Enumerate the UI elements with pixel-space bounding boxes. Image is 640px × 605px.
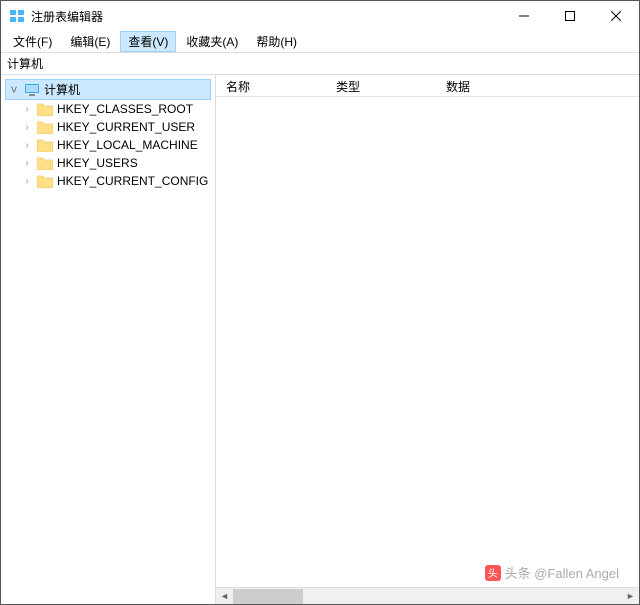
menu-help[interactable]: 帮助(H) xyxy=(248,31,305,52)
menu-view[interactable]: 查看(V) xyxy=(120,31,176,52)
content-area: ˅ 计算机 › HKEY_CLASSES_ROOT › HKEY_CURRENT… xyxy=(1,75,639,604)
tree-item-label: HKEY_CLASSES_ROOT xyxy=(57,102,193,116)
minimize-button[interactable] xyxy=(501,1,547,31)
expand-icon[interactable]: › xyxy=(21,158,33,169)
collapse-icon[interactable]: ˅ xyxy=(8,83,20,97)
window-controls xyxy=(501,1,639,31)
folder-icon xyxy=(37,138,53,152)
tree-item-label: HKEY_CURRENT_USER xyxy=(57,120,195,134)
scroll-thumb[interactable] xyxy=(233,589,303,604)
tree-item-label: HKEY_USERS xyxy=(57,156,138,170)
expand-icon[interactable]: › xyxy=(21,176,33,187)
list-header: 名称 类型 数据 xyxy=(216,75,639,97)
list-body[interactable] xyxy=(216,97,639,587)
watermark-text: 头条 @Fallen Angel xyxy=(505,563,619,582)
scroll-left-icon[interactable]: ◄ xyxy=(216,588,233,605)
computer-icon xyxy=(24,84,40,96)
window-title: 注册表编辑器 xyxy=(31,8,501,25)
expand-icon[interactable]: › xyxy=(21,104,33,115)
app-icon xyxy=(9,8,25,24)
tree-item-hkcu[interactable]: › HKEY_CURRENT_USER xyxy=(3,118,213,136)
expand-icon[interactable]: › xyxy=(21,140,33,151)
tree-pane[interactable]: ˅ 计算机 › HKEY_CLASSES_ROOT › HKEY_CURRENT… xyxy=(1,75,216,604)
menu-file[interactable]: 文件(F) xyxy=(5,31,60,52)
menu-edit[interactable]: 编辑(E) xyxy=(62,31,118,52)
scroll-right-icon[interactable]: ► xyxy=(622,588,639,605)
folder-icon xyxy=(37,120,53,134)
menubar: 文件(F) 编辑(E) 查看(V) 收藏夹(A) 帮助(H) xyxy=(1,31,639,53)
titlebar[interactable]: 注册表编辑器 xyxy=(1,1,639,31)
registry-editor-window: 注册表编辑器 文件(F) 编辑(E) 查看(V) 收藏夹(A) 帮助(H) 计算… xyxy=(0,0,640,605)
list-pane: 名称 类型 数据 头 头条 @Fallen Angel ◄ ► xyxy=(216,75,639,604)
tree-item-hku[interactable]: › HKEY_USERS xyxy=(3,154,213,172)
tree-item-hkcr[interactable]: › HKEY_CLASSES_ROOT xyxy=(3,100,213,118)
address-bar[interactable]: 计算机 xyxy=(1,53,639,75)
tree-item-label: HKEY_LOCAL_MACHINE xyxy=(57,138,198,152)
expand-icon[interactable]: › xyxy=(21,122,33,133)
watermark-icon: 头 xyxy=(485,565,501,581)
tree-item-hkcc[interactable]: › HKEY_CURRENT_CONFIG xyxy=(3,172,213,190)
folder-icon xyxy=(37,102,53,116)
tree-root-computer[interactable]: ˅ 计算机 xyxy=(5,79,211,100)
menu-favorites[interactable]: 收藏夹(A) xyxy=(178,31,246,52)
close-button[interactable] xyxy=(593,1,639,31)
tree-root-label: 计算机 xyxy=(44,81,80,98)
address-text: 计算机 xyxy=(7,55,43,72)
column-data[interactable]: 数据 xyxy=(436,75,639,96)
column-name[interactable]: 名称 xyxy=(216,75,326,96)
watermark: 头 头条 @Fallen Angel xyxy=(485,563,619,582)
column-type[interactable]: 类型 xyxy=(326,75,436,96)
tree-item-label: HKEY_CURRENT_CONFIG xyxy=(57,174,208,188)
tree-item-hklm[interactable]: › HKEY_LOCAL_MACHINE xyxy=(3,136,213,154)
horizontal-scrollbar[interactable]: ◄ ► xyxy=(216,587,639,604)
folder-icon xyxy=(37,156,53,170)
folder-icon xyxy=(37,174,53,188)
maximize-button[interactable] xyxy=(547,1,593,31)
